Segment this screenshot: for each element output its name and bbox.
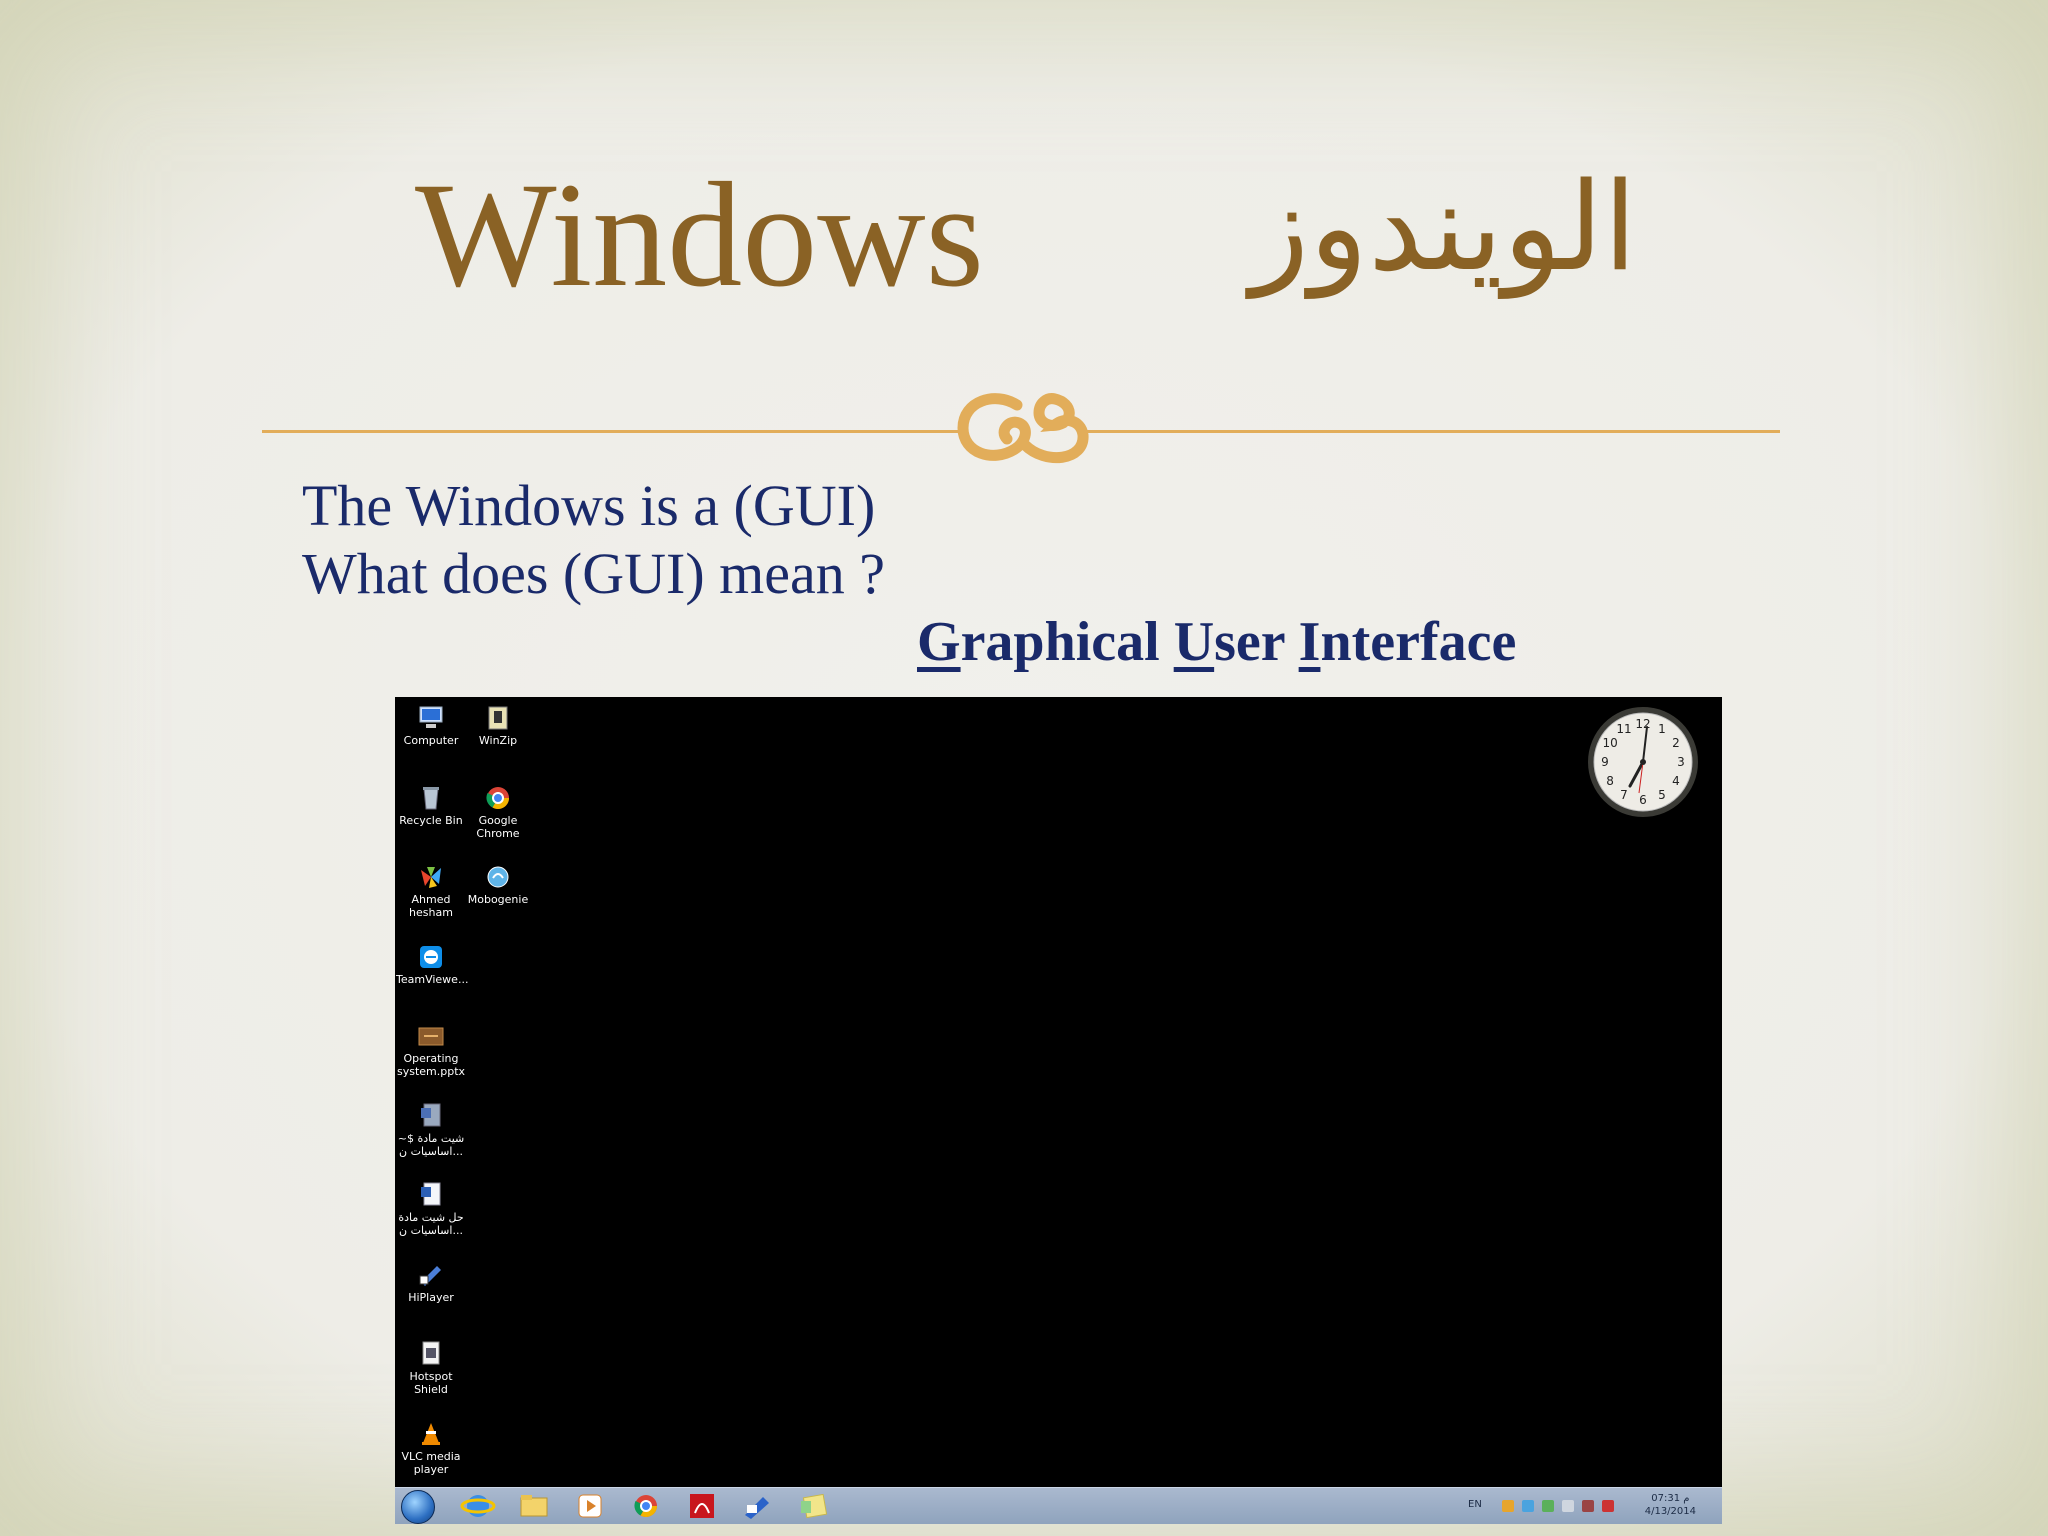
desktop-icon-hiplayer[interactable]: HiPlayer	[396, 1258, 466, 1304]
mobogenie-icon	[487, 866, 509, 888]
desktop-icon-vlc[interactable]: VLC media player	[396, 1417, 466, 1476]
icon-label: HiPlayer	[408, 1291, 454, 1304]
word-file-icon	[421, 1103, 441, 1127]
desktop-icon-ahmed-hesham[interactable]: Ahmed hesham	[396, 860, 466, 919]
desktop-icon-mobogenie[interactable]: Mobogenie	[463, 860, 533, 906]
gui-letter-i: I	[1298, 611, 1321, 673]
gui-letter-u: U	[1173, 611, 1215, 673]
tray-network-icon[interactable]	[1522, 1500, 1534, 1512]
clock-gadget[interactable]: 12 12 3 45678 9 1011	[1586, 705, 1700, 819]
icon-label: Recycle Bin	[399, 814, 463, 827]
winzip-taskbar-icon[interactable]	[737, 1491, 779, 1521]
desktop-icon-word-doc[interactable]: حل شيت مادة اساسيات ن...	[396, 1178, 466, 1237]
pptx-file-icon	[418, 1027, 444, 1046]
icon-label: TeamViewe...	[396, 973, 469, 986]
clock-number: 9	[1601, 755, 1609, 769]
tray-security-icon[interactable]	[1542, 1500, 1554, 1512]
clock-number: 3	[1677, 755, 1685, 769]
slide-title: Windows الويندوز	[415, 155, 1665, 315]
clock-number: 8	[1606, 774, 1614, 788]
icon-label: Google Chrome	[476, 814, 520, 840]
gui-word-graphical: raphical	[960, 611, 1174, 673]
system-tray: EN 07:31 م 4/13/2014	[1464, 1488, 1714, 1524]
taskbar: EN 07:31 م 4/13/2014	[395, 1487, 1722, 1524]
gui-word-interface: nterface	[1320, 611, 1517, 673]
desktop-icon-teamviewer[interactable]: TeamViewe...	[396, 940, 469, 986]
gui-word-user: ser	[1214, 611, 1299, 673]
desktop-icon-operating-system-pptx[interactable]: Operating system.pptx	[396, 1019, 466, 1078]
hiplayer-icon	[419, 1266, 441, 1286]
body-line-1: The Windows is a (GUI)	[302, 473, 876, 538]
desktop-icon-hotspot-shield[interactable]: Hotspot Shield	[396, 1337, 466, 1396]
desktop-icon-chrome[interactable]: Google Chrome	[463, 781, 533, 840]
desktop-icon-recycle-bin[interactable]: Recycle Bin	[396, 781, 466, 827]
taskbar-date: 4/13/2014	[1644, 1506, 1696, 1517]
tray-app-icon[interactable]	[1502, 1500, 1514, 1512]
desktop-icon-winzip[interactable]: WinZip	[463, 701, 533, 747]
icon-label: حل شيت مادة اساسيات ن...	[398, 1211, 464, 1237]
desktop-icon-word-temp[interactable]: ~$ شيت مادة اساسيات ن...	[396, 1099, 466, 1158]
file-explorer-icon[interactable]	[513, 1491, 555, 1521]
clock-number: 7	[1620, 788, 1628, 802]
teamviewer-icon	[420, 946, 442, 968]
vlc-icon	[422, 1423, 440, 1445]
winzip-icon	[488, 706, 508, 730]
clock-number: 6	[1639, 793, 1647, 807]
slide-body: The Windows is a (GUI) What does (GUI) m…	[302, 472, 885, 608]
clock-number: 4	[1672, 774, 1680, 788]
icon-label: Computer	[403, 734, 459, 747]
action-center-icon[interactable]	[1602, 1500, 1614, 1512]
clock-number: 11	[1616, 722, 1631, 736]
language-indicator[interactable]: EN	[1468, 1499, 1482, 1510]
desktop-icon-computer[interactable]: Computer	[396, 701, 466, 747]
taskbar-time: 07:31 م	[1651, 1493, 1690, 1504]
divider-right	[1085, 430, 1780, 433]
icon-label: Hotspot Shield	[409, 1370, 453, 1396]
gui-letter-g: G	[917, 611, 961, 673]
volume-icon[interactable]	[1562, 1500, 1574, 1512]
hotspot-shield-icon	[422, 1341, 440, 1365]
icon-label: VLC media player	[401, 1450, 461, 1476]
taskbar-clock[interactable]: 07:31 م 4/13/2014	[1645, 1492, 1696, 1518]
ornament-icon	[957, 393, 1089, 464]
start-button[interactable]	[401, 1490, 435, 1524]
acrobat-icon[interactable]	[681, 1491, 723, 1521]
icon-label: WinZip	[478, 734, 518, 747]
icon-label: Mobogenie	[467, 893, 529, 906]
icon-label: ~$ شيت مادة اساسيات ن...	[397, 1132, 465, 1158]
clock-number: 12	[1635, 717, 1650, 731]
recycle-bin-icon	[423, 787, 439, 810]
word-file-icon	[421, 1182, 441, 1206]
gui-definition: Graphical User Interface	[917, 610, 1516, 674]
user-folder-icon	[421, 867, 441, 888]
chrome-taskbar-icon[interactable]	[625, 1491, 667, 1521]
chrome-icon	[486, 787, 509, 809]
computer-icon	[419, 706, 443, 728]
internet-explorer-icon[interactable]	[457, 1491, 499, 1521]
sticky-notes-icon[interactable]	[793, 1491, 835, 1521]
icon-label: Ahmed hesham	[409, 893, 453, 919]
clock-number: 2	[1672, 736, 1680, 750]
desktop-screenshot: Computer WinZip Recycle Bin Google Chrom…	[395, 697, 1722, 1524]
title-english: Windows	[415, 152, 984, 318]
tray-battery-icon[interactable]	[1582, 1500, 1594, 1512]
clock-number: 5	[1658, 788, 1666, 802]
clock-number: 1	[1658, 722, 1666, 736]
divider-left	[262, 430, 967, 433]
title-arabic: الويندوز	[1250, 156, 1637, 298]
clock-number: 10	[1602, 736, 1617, 750]
body-line-2: What does (GUI) mean ?	[302, 541, 885, 606]
media-player-icon[interactable]	[569, 1491, 611, 1521]
icon-label: Operating system.pptx	[396, 1052, 466, 1078]
